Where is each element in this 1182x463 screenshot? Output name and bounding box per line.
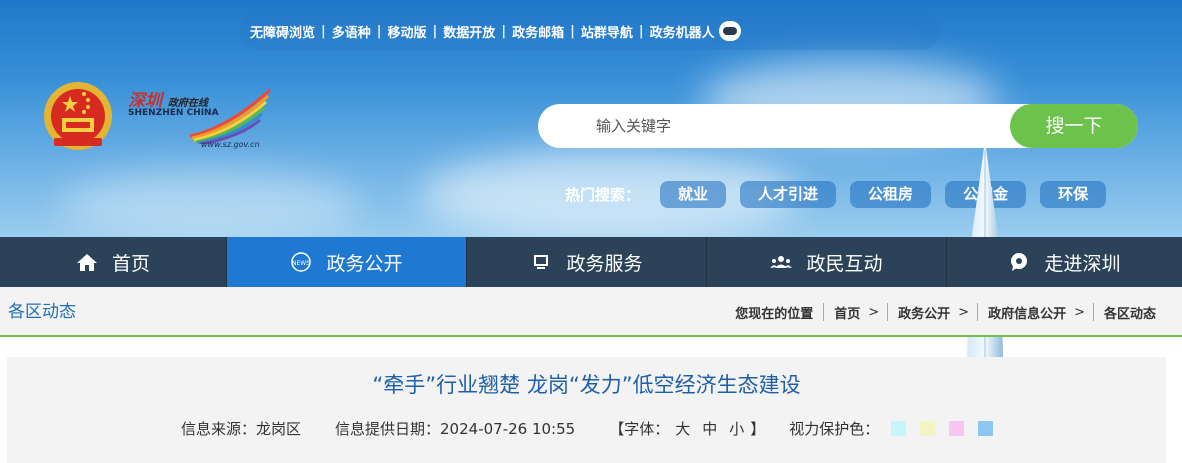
- breadcrumb-separator: >: [1074, 304, 1085, 320]
- main-nav: 首页 NEWS 政务公开 政务服务 政民互动 走进深圳: [0, 237, 1182, 287]
- breadcrumb-home[interactable]: 首页: [834, 303, 860, 322]
- breadcrumb-separator: >: [958, 304, 970, 320]
- nav-label: 政务服务: [566, 252, 643, 275]
- divider: [823, 303, 825, 321]
- font-size-open-bracket: 【字体：: [609, 419, 670, 438]
- breadcrumb-gov-info-open[interactable]: 政府信息公开: [988, 303, 1066, 322]
- hot-search: 热门搜索： 就业 人才引进 公租房 公积金 环保: [565, 180, 1120, 208]
- nav-label: 政务公开: [326, 252, 403, 275]
- top-link-site-nav[interactable]: 站群导航: [581, 22, 633, 41]
- top-link-languages[interactable]: 多语种: [332, 22, 371, 41]
- divider: [887, 303, 889, 321]
- article-title: “牵手”行业翘楚 龙岗“发力”低空经济生态建设: [372, 373, 801, 397]
- divider: [1092, 303, 1094, 321]
- breadcrumb-location-label: 您现在的位置: [735, 306, 814, 322]
- nav-label: 政民互动: [806, 252, 883, 275]
- font-size-close-bracket: 】: [750, 419, 766, 438]
- top-link-gov-mail[interactable]: 政务邮箱: [512, 22, 564, 41]
- eye-care-swatch-pink[interactable]: [949, 420, 965, 436]
- font-size-medium[interactable]: 中: [702, 418, 717, 439]
- article-date: 信息提供日期：2024-07-26 10:55: [335, 419, 576, 438]
- article-meta: 信息来源：龙岗区 信息提供日期：2024-07-26 10:55 【字体： 大 …: [181, 417, 1007, 439]
- separator: |: [432, 23, 438, 39]
- divider: [977, 303, 979, 321]
- section-title: 各区动态: [8, 302, 76, 322]
- search-input[interactable]: [596, 104, 996, 148]
- search-button[interactable]: 搜一下: [1010, 104, 1138, 148]
- breadcrumb-district-news[interactable]: 各区动态: [1104, 303, 1156, 322]
- separator: |: [638, 23, 644, 39]
- nav-item-gov-services[interactable]: 政务服务: [467, 237, 707, 287]
- people-icon: [770, 256, 793, 268]
- top-link-robot[interactable]: 政务机器人: [650, 22, 715, 41]
- separator: |: [321, 23, 326, 39]
- breadcrumb-bar: 各区动态 您现在的位置 首页 > 政务公开 > 政府信息公开 > 各区动态: [0, 287, 1182, 337]
- font-size-large[interactable]: 大: [675, 418, 690, 439]
- breadcrumb: 您现在的位置 首页 > 政务公开 > 政府信息公开 > 各区动态: [735, 287, 1156, 337]
- hot-tag-public-housing[interactable]: 公租房: [850, 180, 932, 208]
- eye-care-swatch-cyan[interactable]: [891, 420, 907, 436]
- eye-care-swatch-yellow[interactable]: [920, 420, 936, 436]
- font-size-small[interactable]: 小: [729, 418, 744, 439]
- nav-item-public-interaction[interactable]: 政民互动: [707, 237, 947, 287]
- monitor-icon: [534, 255, 549, 269]
- eye-care-swatch-blue[interactable]: [978, 420, 994, 436]
- nav-item-home[interactable]: 首页: [0, 237, 227, 287]
- svg-text:NEWS: NEWS: [292, 260, 310, 267]
- separator: |: [570, 23, 575, 39]
- hot-tag-employment[interactable]: 就业: [660, 180, 727, 208]
- nav-item-visit-shenzhen[interactable]: 走进深圳: [947, 237, 1182, 287]
- nav-label: 走进深圳: [1044, 252, 1121, 275]
- article-header: “牵手”行业翘楚 龙岗“发力”低空经济生态建设 信息来源：龙岗区 信息提供日期：…: [7, 357, 1166, 463]
- top-link-open-data[interactable]: 数据开放: [443, 22, 495, 41]
- top-link-accessibility[interactable]: 无障碍浏览: [250, 22, 315, 41]
- article-source: 信息来源：龙岗区: [181, 419, 302, 438]
- search-box: 搜一下: [538, 104, 1138, 148]
- hot-search-label: 热门搜索：: [565, 185, 641, 204]
- breadcrumb-separator: >: [868, 304, 880, 320]
- hot-tag-environment[interactable]: 环保: [1040, 180, 1107, 208]
- separator: |: [376, 23, 382, 39]
- hot-tag-talent[interactable]: 人才引进: [740, 180, 837, 208]
- eye-care-label: 视力保护色：: [789, 419, 880, 438]
- breadcrumb-gov-affairs-open[interactable]: 政务公开: [898, 303, 950, 322]
- logo-wings-icon: [189, 88, 272, 144]
- robot-icon[interactable]: [718, 21, 741, 41]
- top-link-mobile[interactable]: 移动版: [388, 22, 427, 41]
- home-icon: [76, 254, 97, 271]
- separator: |: [501, 23, 507, 39]
- top-links-bar: 无障碍浏览 | 多语种 | 移动版 | 数据开放 | 政务邮箱 | 站群导航 |…: [240, 12, 940, 50]
- logo-url: www.sz.gov.cn: [201, 140, 260, 149]
- chat-bubble-icon: [1011, 253, 1028, 271]
- national-emblem-icon: [44, 82, 112, 150]
- nav-label: 首页: [111, 252, 150, 275]
- news-icon: NEWS: [291, 252, 312, 272]
- site-logo[interactable]: 深圳 政府在线 SHENZHEN CHINA www.sz.gov.cn: [128, 86, 273, 156]
- nav-item-gov-affairs-open[interactable]: NEWS 政务公开: [227, 237, 467, 287]
